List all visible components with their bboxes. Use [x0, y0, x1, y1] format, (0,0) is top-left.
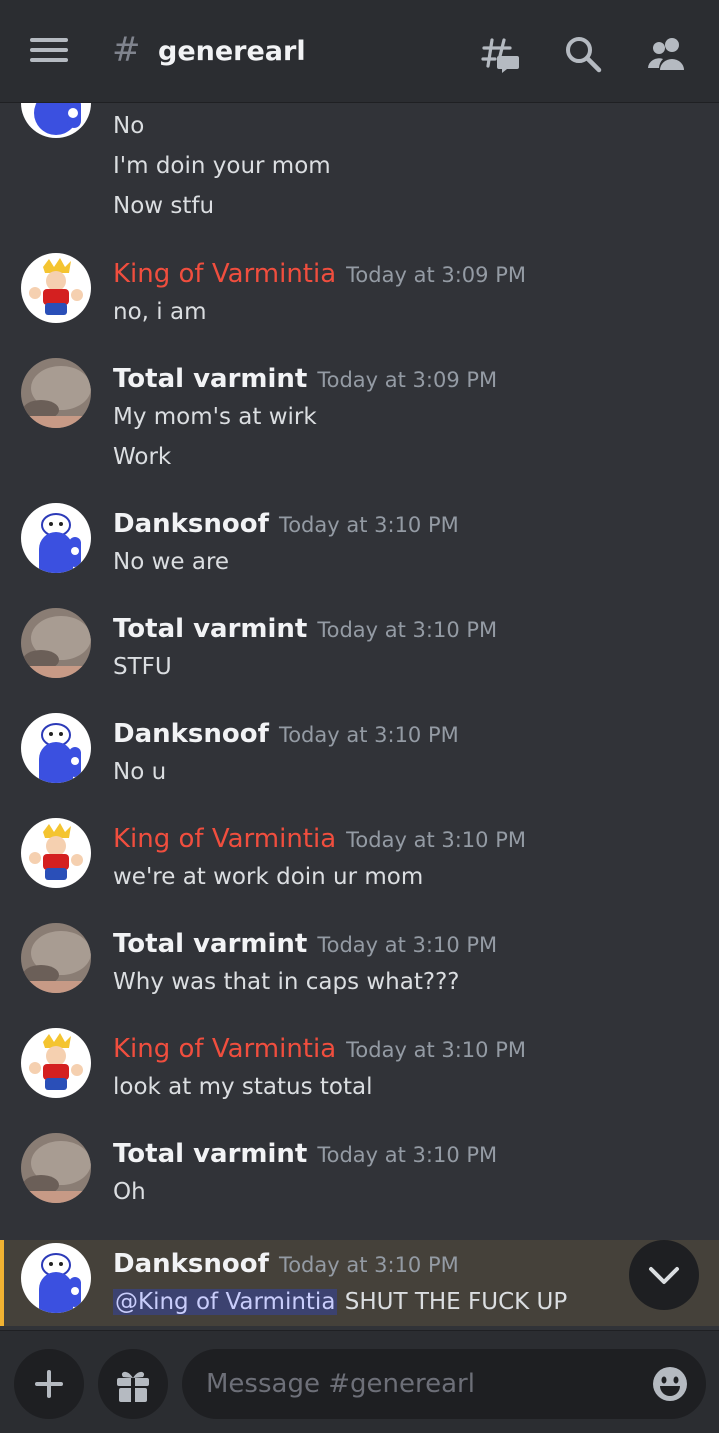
search-icon[interactable]: [563, 34, 603, 74]
message-timestamp: Today at 3:09 PM: [346, 263, 526, 287]
message-text: look at my status total: [113, 1074, 373, 1100]
message-list[interactable]: No I'm doin your mom Now stfu King of Va…: [0, 103, 719, 1329]
message-timestamp: Today at 3:10 PM: [317, 618, 498, 642]
menu-icon[interactable]: [30, 38, 68, 68]
message-author[interactable]: Total varmint Today at 3:09 PM: [113, 364, 497, 394]
avatar-danksnoof[interactable]: [21, 103, 91, 138]
message-text: No u: [113, 759, 167, 785]
author-name[interactable]: King of Varmintia: [113, 824, 336, 854]
message-input[interactable]: Message #generearl: [182, 1349, 706, 1419]
message-body: SHUT THE FUCK UP: [344, 1289, 568, 1315]
author-name[interactable]: Danksnoof: [113, 509, 269, 539]
author-name[interactable]: Total varmint: [113, 364, 307, 394]
author-name[interactable]: Total varmint: [113, 929, 307, 959]
message-author[interactable]: Total varmint Today at 3:10 PM: [113, 614, 497, 644]
message-author[interactable]: Danksnoof Today at 3:10 PM: [113, 719, 459, 749]
author-name[interactable]: Danksnoof: [113, 719, 269, 749]
message-text: @King of Varmintia SHUT THE FUCK UP: [113, 1289, 567, 1315]
author-name[interactable]: King of Varmintia: [113, 1034, 336, 1064]
composer-bar: Message #generearl: [0, 1330, 719, 1433]
message-text: I'm doin your mom: [113, 153, 331, 179]
avatar-total-varmint[interactable]: [21, 358, 91, 428]
avatar-danksnoof[interactable]: [21, 503, 91, 573]
message-text: My mom's at wirk: [113, 404, 317, 430]
message-author[interactable]: Danksnoof Today at 3:10 PM: [113, 509, 459, 539]
message-author[interactable]: King of Varmintia Today at 3:10 PM: [113, 1034, 526, 1064]
avatar-king-of-varmintia[interactable]: [21, 818, 91, 888]
message-author[interactable]: Danksnoof Today at 3:10 PM: [113, 1249, 459, 1279]
message-author[interactable]: Total varmint Today at 3:10 PM: [113, 1139, 497, 1169]
message-text: we're at work doin ur mom: [113, 864, 424, 890]
message-text: No we are: [113, 549, 230, 575]
author-name[interactable]: Danksnoof: [113, 1249, 269, 1279]
message-author[interactable]: Total varmint Today at 3:10 PM: [113, 929, 497, 959]
message-timestamp: Today at 3:10 PM: [346, 1038, 526, 1062]
message-timestamp: Today at 3:10 PM: [278, 513, 459, 537]
message-author[interactable]: King of Varmintia Today at 3:09 PM: [113, 259, 526, 289]
members-icon[interactable]: [646, 34, 686, 74]
message-text: Work: [113, 444, 172, 470]
add-attachment-button[interactable]: [14, 1349, 84, 1419]
gift-icon: [117, 1371, 149, 1402]
gift-button[interactable]: [98, 1349, 168, 1419]
avatar-danksnoof[interactable]: [21, 1243, 91, 1313]
chevron-down-icon: [649, 1267, 679, 1284]
channel-hash-icon: #: [112, 30, 141, 70]
avatar-total-varmint[interactable]: [21, 608, 91, 678]
message-author[interactable]: King of Varmintia Today at 3:10 PM: [113, 824, 526, 854]
channel-name[interactable]: generearl: [158, 36, 306, 67]
message-text: STFU: [113, 654, 172, 680]
avatar-danksnoof[interactable]: [21, 713, 91, 783]
message-text: Now stfu: [113, 193, 215, 219]
message-text: No: [113, 113, 145, 139]
message-timestamp: Today at 3:10 PM: [346, 828, 526, 852]
message-text: Why was that in caps what???: [113, 969, 460, 995]
message-timestamp: Today at 3:10 PM: [278, 723, 459, 747]
channel-header: # generearl: [0, 0, 719, 103]
user-mention[interactable]: @King of Varmintia: [113, 1289, 338, 1315]
avatar-total-varmint[interactable]: [21, 1133, 91, 1203]
message-timestamp: Today at 3:10 PM: [278, 1253, 459, 1277]
message-timestamp: Today at 3:10 PM: [317, 1143, 498, 1167]
plus-icon: [35, 1370, 63, 1398]
message-timestamp: Today at 3:10 PM: [317, 933, 498, 957]
jump-to-latest-button[interactable]: [629, 1240, 699, 1310]
author-name[interactable]: King of Varmintia: [113, 259, 336, 289]
message-text: Oh: [113, 1179, 146, 1205]
message-placeholder: Message #generearl: [206, 1369, 475, 1399]
threads-icon[interactable]: [480, 34, 520, 74]
avatar-total-varmint[interactable]: [21, 923, 91, 993]
message-text: no, i am: [113, 299, 207, 325]
avatar-king-of-varmintia[interactable]: [21, 253, 91, 323]
author-name[interactable]: Total varmint: [113, 1139, 307, 1169]
avatar-king-of-varmintia[interactable]: [21, 1028, 91, 1098]
emoji-icon[interactable]: [652, 1366, 688, 1402]
author-name[interactable]: Total varmint: [113, 614, 307, 644]
message-timestamp: Today at 3:09 PM: [317, 368, 498, 392]
